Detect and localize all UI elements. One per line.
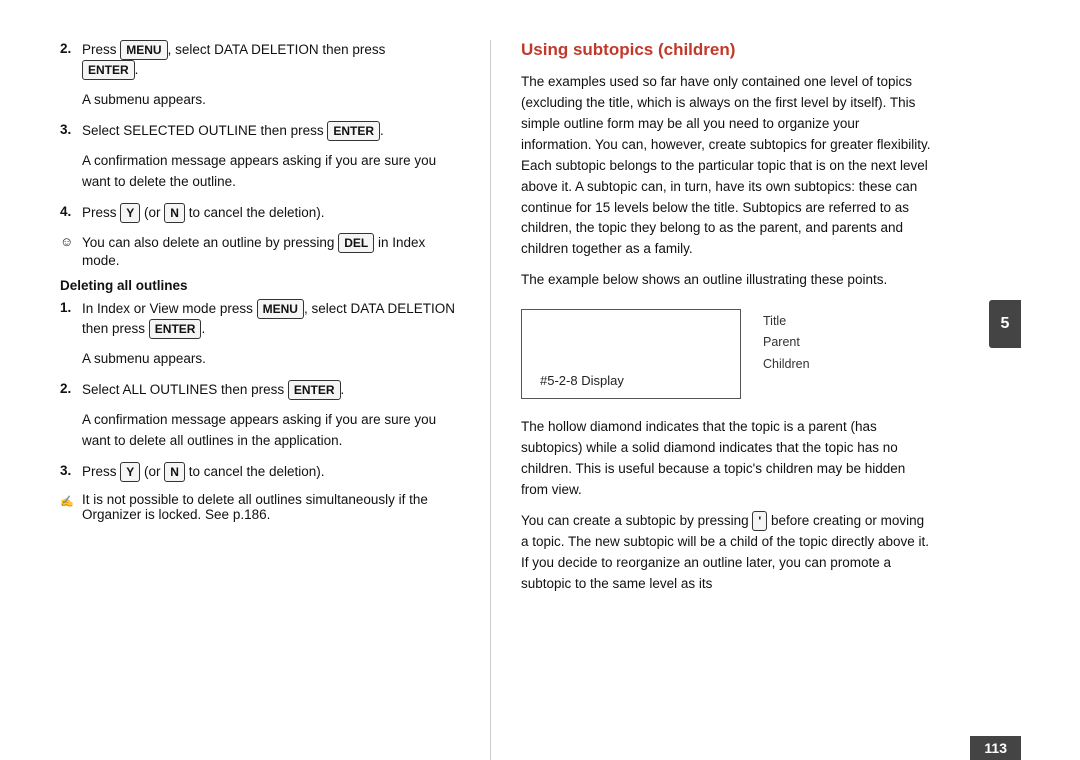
right-para-1: The examples used so far have only conta… xyxy=(521,72,931,260)
n-key-2: N xyxy=(164,462,185,482)
step2-press-text: Press xyxy=(82,42,120,57)
right-para-3: The hollow diamond indicates that the to… xyxy=(521,417,931,501)
enter-key-2: ENTER xyxy=(327,121,380,141)
note-2-content: It is not possible to delete all outline… xyxy=(82,492,460,522)
note-icon-1: ☺ xyxy=(60,234,82,249)
right-col-inner: Using subtopics (children) The examples … xyxy=(521,40,991,595)
step-4: 4. Press Y (or N to cancel the deletion)… xyxy=(60,203,460,223)
menu-key-2: MENU xyxy=(257,299,304,319)
step-num-2b: 2. xyxy=(60,381,82,396)
step-1b-content: In Index or View mode press MENU, select… xyxy=(82,299,460,339)
note1-text: You can also delete an outline by pressi… xyxy=(82,235,338,250)
step4-middle: (or xyxy=(140,205,164,220)
deleting-all-heading: Deleting all outlines xyxy=(60,278,460,293)
step1b-press: In Index or View mode press xyxy=(82,301,257,316)
step-3: 3. Select SELECTED OUTLINE then press EN… xyxy=(60,121,460,141)
step-3-content: Select SELECTED OUTLINE then press ENTER… xyxy=(82,121,460,141)
chapter-tab: 5 xyxy=(989,300,1021,348)
step4-press: Press xyxy=(82,205,120,220)
diagram-box: #5-2-8 Display xyxy=(521,309,741,399)
confirm-text-1: A confirmation message appears asking if… xyxy=(82,151,460,193)
y-key-1: Y xyxy=(120,203,140,223)
enter-key-3: ENTER xyxy=(149,319,202,339)
step3b-middle: (or xyxy=(140,464,164,479)
step2-middle-text: , select DATA DELETION then press xyxy=(168,42,386,57)
right-para-2: The example below shows an outline illus… xyxy=(521,270,931,291)
step-3b-content: Press Y (or N to cancel the deletion). xyxy=(82,462,460,482)
menu-key: MENU xyxy=(120,40,167,60)
note-icon-2: ✍ xyxy=(60,493,82,508)
submenu-text-2: A submenu appears. xyxy=(82,349,460,370)
step2b-text: Select ALL OUTLINES then press xyxy=(82,382,288,397)
confirm-text-2: A confirmation message appears asking if… xyxy=(82,410,460,452)
step-2b: 2. Select ALL OUTLINES then press ENTER. xyxy=(60,380,460,400)
left-column: 2. Press MENU, select DATA DELETION then… xyxy=(0,40,490,760)
legend-title: Title xyxy=(763,311,810,332)
step2b-period: . xyxy=(341,382,345,397)
step2-period: . xyxy=(135,62,139,77)
step-num-3: 3. xyxy=(60,122,82,137)
step-3b: 3. Press Y (or N to cancel the deletion)… xyxy=(60,462,460,482)
step-4-content: Press Y (or N to cancel the deletion). xyxy=(82,203,460,223)
step3b-end: to cancel the deletion). xyxy=(185,464,325,479)
step-2: 2. Press MENU, select DATA DELETION then… xyxy=(60,40,460,80)
note-1-content: You can also delete an outline by pressi… xyxy=(82,233,460,268)
step-2-content: Press MENU, select DATA DELETION then pr… xyxy=(82,40,460,80)
step-num-2: 2. xyxy=(60,41,82,56)
note-2: ✍ It is not possible to delete all outli… xyxy=(60,492,460,522)
legend-children: Children xyxy=(763,354,810,375)
step-1b: 1. In Index or View mode press MENU, sel… xyxy=(60,299,460,339)
del-key: DEL xyxy=(338,233,374,253)
page-number: 113 xyxy=(970,736,1021,760)
diagram-legend: Title Parent Children xyxy=(763,309,810,375)
step1b-period: . xyxy=(201,321,205,336)
step3-text: Select SELECTED OUTLINE then press xyxy=(82,123,327,138)
para4-start: You can create a subtopic by pressing xyxy=(521,513,752,528)
step-num-3b: 3. xyxy=(60,463,82,478)
step-num-4: 4. xyxy=(60,204,82,219)
diagram-display-label: #5-2-8 Display xyxy=(540,373,624,388)
enter-key-4: ENTER xyxy=(288,380,341,400)
step4-end: to cancel the deletion). xyxy=(185,205,325,220)
subtopic-key: ' xyxy=(752,511,767,531)
diagram-area: #5-2-8 Display Title Parent Children xyxy=(521,309,931,399)
n-key-1: N xyxy=(164,203,185,223)
step3-period: . xyxy=(380,123,384,138)
right-para-4: You can create a subtopic by pressing ' … xyxy=(521,511,931,595)
legend-parent: Parent xyxy=(763,332,810,353)
step-2b-content: Select ALL OUTLINES then press ENTER. xyxy=(82,380,460,400)
submenu-text-1: A submenu appears. xyxy=(82,90,460,111)
enter-key-1: ENTER xyxy=(82,60,135,80)
note-1: ☺ You can also delete an outline by pres… xyxy=(60,233,460,268)
step3b-press: Press xyxy=(82,464,120,479)
right-column: Using subtopics (children) The examples … xyxy=(491,40,1021,760)
page: 2. Press MENU, select DATA DELETION then… xyxy=(0,0,1080,760)
note2-text: It is not possible to delete all outline… xyxy=(82,492,428,522)
section-title: Using subtopics (children) xyxy=(521,40,931,60)
y-key-2: Y xyxy=(120,462,140,482)
step-num-1b: 1. xyxy=(60,300,82,315)
